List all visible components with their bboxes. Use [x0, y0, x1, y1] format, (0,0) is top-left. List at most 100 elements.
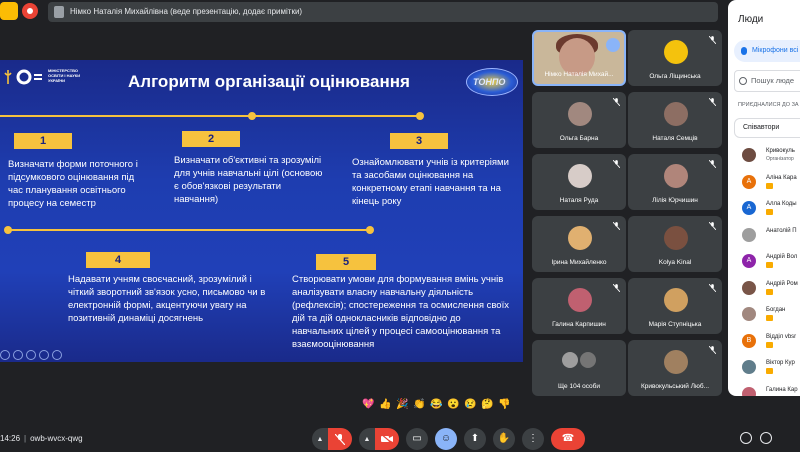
- prev-slide-icon[interactable]: [0, 350, 10, 360]
- hand-icon: [766, 209, 773, 215]
- list-item[interactable]: А Андрій Вол: [728, 248, 800, 275]
- participant-tile[interactable]: Німко Наталія Михай...: [532, 30, 626, 86]
- reaction-sad-icon[interactable]: 😢: [464, 399, 476, 410]
- participant-tile[interactable]: Наталя Семців: [628, 92, 722, 148]
- chevron-up-icon[interactable]: ▲: [312, 428, 328, 450]
- people-search-input[interactable]: Пошук люде: [734, 70, 800, 92]
- participant-tile[interactable]: Ірина Михайленко: [532, 216, 626, 272]
- zoom-icon[interactable]: [39, 350, 49, 360]
- meeting-code: owb-wvcx-qwg: [30, 434, 83, 443]
- list-item[interactable]: А Алла Коды: [728, 195, 800, 222]
- list-item[interactable]: Анатолій П: [728, 222, 800, 249]
- avatar: А: [742, 174, 756, 189]
- person-name: Алла Коды: [766, 201, 797, 207]
- speaking-icon: [606, 38, 620, 52]
- group-coauthors[interactable]: Співавтори: [734, 118, 800, 138]
- list-item[interactable]: Андрій Ром: [728, 275, 800, 302]
- hand-icon: [766, 315, 773, 321]
- participant-tile[interactable]: Кривокульський Люб...: [628, 340, 722, 396]
- participant-tile[interactable]: Лілія Юрчишин: [628, 154, 722, 210]
- avatar: А: [742, 201, 756, 215]
- reaction-clap-icon[interactable]: 👏: [413, 399, 425, 410]
- record-icon[interactable]: [22, 3, 38, 19]
- participant-tile[interactable]: Галина Карпишин: [532, 278, 626, 334]
- participant-tile[interactable]: Ольга Ліщинська: [628, 30, 722, 86]
- leave-call-button[interactable]: ☎: [551, 428, 585, 450]
- mic-off-icon: [709, 284, 716, 292]
- avatar: [664, 40, 688, 64]
- hang-up-icon: ☎: [561, 433, 575, 444]
- list-item[interactable]: А Аліна Кара: [728, 169, 800, 196]
- list-item[interactable]: В Відділ vbsr: [728, 328, 800, 355]
- mic-off-icon: [709, 346, 716, 354]
- reaction-thumbs-up-icon[interactable]: 👍: [379, 399, 391, 410]
- reaction-heart-icon[interactable]: 💖: [362, 399, 374, 410]
- present-icon: ⬆: [470, 433, 480, 444]
- participant-tile[interactable]: Марія Ступніцька: [628, 278, 722, 334]
- mute-all-button[interactable]: Мікрофони всі: [734, 40, 800, 62]
- list-item[interactable]: Кривокуль Організатор: [728, 142, 800, 169]
- avatar: А: [742, 254, 756, 268]
- step-text: Створювати умови для формування вмінь уч…: [292, 274, 509, 350]
- reaction-laugh-icon[interactable]: 😂: [430, 399, 442, 410]
- more-icon[interactable]: [52, 350, 62, 360]
- avatar: [742, 307, 756, 321]
- step-text: Надавати учням своєчасний, зрозумілий і …: [68, 274, 266, 324]
- meeting-time: 14:26: [0, 434, 21, 443]
- notification-icon[interactable]: [0, 2, 18, 20]
- participant-tile[interactable]: Ольга Барна: [532, 92, 626, 148]
- more-vert-icon: ⋮: [528, 433, 538, 444]
- participant-name: Ольга Ліщинська: [649, 73, 701, 80]
- participant-tile[interactable]: Наталя Руда: [532, 154, 626, 210]
- meeting-info: 14:26 | owb-wvcx-qwg: [0, 434, 83, 443]
- reaction-party-icon[interactable]: 🎉: [396, 399, 408, 410]
- more-options-button[interactable]: ⋮: [522, 428, 544, 450]
- more-participants-tile[interactable]: Ще 104 особи: [532, 340, 626, 396]
- avatar: [568, 288, 592, 312]
- list-item[interactable]: Галина Кар: [728, 381, 800, 396]
- avatar: [580, 352, 596, 368]
- participant-name: Ще 104 особи: [557, 383, 601, 390]
- reaction-surprise-icon[interactable]: 😮: [447, 399, 459, 410]
- list-item[interactable]: Богдан: [728, 301, 800, 328]
- captions-button[interactable]: ▭: [406, 428, 428, 450]
- right-controls: [740, 432, 772, 444]
- emoji-button[interactable]: ☺: [435, 428, 457, 450]
- timeline-dot: [366, 226, 374, 234]
- mic-control: ▲: [312, 428, 352, 450]
- captions-icon: ▭: [412, 433, 422, 444]
- avatar: [562, 352, 578, 368]
- hand-icon: [766, 368, 773, 374]
- timeline-dot: [416, 112, 424, 120]
- person-name: Богдан: [766, 307, 786, 313]
- participant-name: Наталя Руда: [559, 197, 599, 204]
- camera-off-button[interactable]: [375, 428, 399, 450]
- info-icon[interactable]: [740, 432, 752, 444]
- pen-icon[interactable]: [26, 350, 36, 360]
- emoji-icon: ☺: [440, 433, 452, 444]
- next-slide-icon[interactable]: [13, 350, 23, 360]
- hand-icon: [766, 182, 773, 189]
- call-controls: ▲ ▲ ▭ ☺ ⬆ ✋ ⋮ ☎: [312, 428, 585, 450]
- reaction-thinking-icon[interactable]: 🤔: [481, 399, 493, 410]
- participant-name: Марія Ступніцька: [648, 321, 702, 328]
- presenter-chip[interactable]: Німко Наталія Михайлівна (веде презентац…: [48, 2, 718, 22]
- hand-icon: [766, 341, 773, 348]
- reaction-thumbs-down-icon[interactable]: 👎: [498, 399, 510, 410]
- mic-off-icon: [613, 284, 620, 292]
- participant-name: Ірина Михайленко: [551, 259, 607, 266]
- mic-off-button[interactable]: [328, 428, 352, 450]
- raise-hand-button[interactable]: ✋: [493, 428, 515, 450]
- person-name: Галина Кар: [766, 386, 798, 393]
- avatar: [742, 280, 756, 295]
- participant-tile[interactable]: Kolya Kinal: [628, 216, 722, 272]
- list-item[interactable]: Віктор Кур: [728, 354, 800, 381]
- avatar: [568, 164, 592, 188]
- people-icon[interactable]: [760, 432, 772, 444]
- participant-name: Німко Наталія Михай...: [544, 71, 614, 78]
- present-button[interactable]: ⬆: [464, 428, 486, 450]
- reactions-bar: 💖 👍 🎉 👏 😂 😮 😢 🤔 👎: [362, 399, 510, 410]
- person-name: Віктор Кур: [766, 360, 795, 366]
- chevron-up-icon[interactable]: ▲: [359, 428, 375, 450]
- step-number: 1: [14, 133, 72, 149]
